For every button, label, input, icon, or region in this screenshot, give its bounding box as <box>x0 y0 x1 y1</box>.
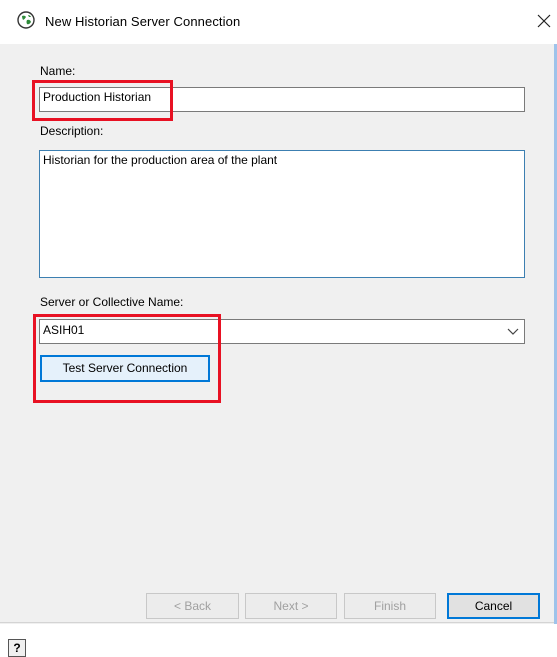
help-button[interactable]: ? <box>8 639 26 657</box>
name-label: Name: <box>40 64 76 78</box>
finish-button[interactable]: Finish <box>344 593 436 619</box>
close-button[interactable] <box>530 7 557 35</box>
server-combobox[interactable]: ASIH01 <box>39 319 525 344</box>
globe-icon <box>17 11 35 29</box>
dialog-body: Name: Production Historian Description: … <box>0 44 557 657</box>
title-bar: New Historian Server Connection <box>0 0 557 44</box>
close-icon <box>537 14 550 28</box>
server-label: Server or Collective Name: <box>40 295 184 309</box>
test-server-connection-button[interactable]: Test Server Connection <box>40 355 210 382</box>
next-button[interactable]: Next > <box>245 593 337 619</box>
server-value: ASIH01 <box>43 323 85 337</box>
description-value: Historian for the production area of the… <box>43 153 278 167</box>
chevron-down-icon[interactable] <box>506 324 520 338</box>
description-field[interactable]: Historian for the production area of the… <box>39 150 525 278</box>
description-label: Description: <box>40 124 104 138</box>
name-field[interactable]: Production Historian <box>39 87 525 112</box>
window-title: New Historian Server Connection <box>45 14 241 29</box>
footer-divider <box>0 622 554 623</box>
cancel-button[interactable]: Cancel <box>447 593 540 619</box>
name-value: Production Historian <box>43 90 152 104</box>
dialog-window: New Historian Server Connection Name: Pr… <box>0 0 557 657</box>
back-button[interactable]: < Back <box>146 593 239 619</box>
help-icon: ? <box>13 641 21 655</box>
